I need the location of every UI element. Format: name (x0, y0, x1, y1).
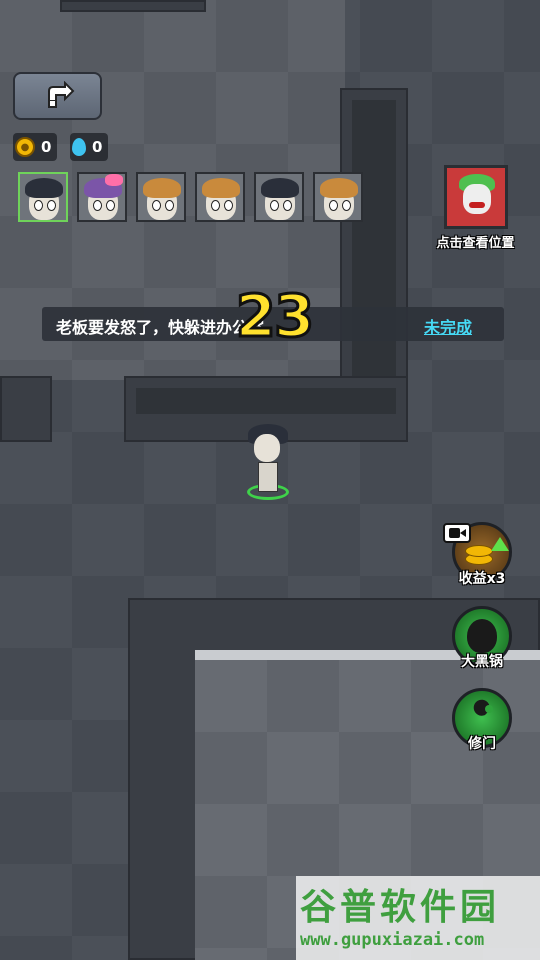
coin-counter: ● 0 (13, 133, 58, 161)
roster-portrait-2[interactable] (77, 172, 127, 222)
top-room-bottom-wall-inner (136, 388, 396, 414)
back-button[interactable] (13, 72, 102, 120)
portrait-hair (202, 178, 240, 198)
pink-bow-icon (105, 174, 123, 186)
water-drop-icon (72, 138, 86, 156)
portrait-hair (143, 178, 181, 198)
roster-portrait-3[interactable] (136, 172, 186, 222)
coin-icon: ● (15, 137, 35, 157)
income-x3-label: 收益x3 (458, 571, 506, 587)
portrait-eye (34, 200, 43, 211)
coin-value: 0 (41, 138, 52, 156)
portrait-eye (93, 200, 102, 211)
roster-portrait-5[interactable] (254, 172, 304, 222)
roster-portrait-6[interactable] (313, 172, 363, 222)
repair-door-label: 修门 (468, 736, 496, 752)
boss-portrait-icon (455, 174, 497, 220)
portrait-hair (25, 178, 63, 198)
portrait-eye (342, 200, 351, 211)
coin-stack-upgrade-icon (465, 537, 509, 565)
top-wall-stub (60, 0, 206, 12)
portrait-eye (211, 200, 220, 211)
video-ad-icon (443, 523, 471, 543)
boss-locator-label: 点击查看位置 (436, 236, 515, 251)
portrait-eye (152, 200, 161, 211)
top-room-left-wall (0, 376, 52, 442)
black-pot-icon (467, 619, 497, 653)
boss-locator-button[interactable] (444, 165, 508, 229)
cauldron-label: 大黑锅 (461, 654, 503, 670)
portrait-eye (329, 200, 338, 211)
player-body (258, 462, 278, 492)
water-value: 0 (92, 138, 103, 156)
portrait-eye (47, 200, 56, 211)
return-arrow-icon (47, 81, 74, 108)
watermark: 谷普软件园 www.gupuxiazai.com (296, 876, 540, 960)
player-head (254, 434, 280, 462)
roster-portrait-4[interactable] (195, 172, 245, 222)
countdown-timer: 23 (234, 281, 316, 352)
watermark-title: 谷普软件园 (300, 887, 501, 928)
portrait-eye (283, 200, 292, 211)
top-room-right-wall-inner (352, 100, 396, 390)
roster-bar (18, 172, 363, 222)
portrait-eye (165, 200, 174, 211)
watermark-url: www.gupuxiazai.com (300, 930, 485, 950)
portrait-eye (224, 200, 233, 211)
portrait-eye (270, 200, 279, 211)
portrait-hair (261, 178, 299, 198)
portrait-eye (106, 200, 115, 211)
player-character[interactable] (244, 424, 292, 506)
roster-portrait-1[interactable] (18, 172, 68, 222)
water-counter: 0 (70, 133, 109, 161)
task-status-link[interactable]: 未完成 (424, 314, 472, 338)
portrait-hair (320, 178, 358, 198)
